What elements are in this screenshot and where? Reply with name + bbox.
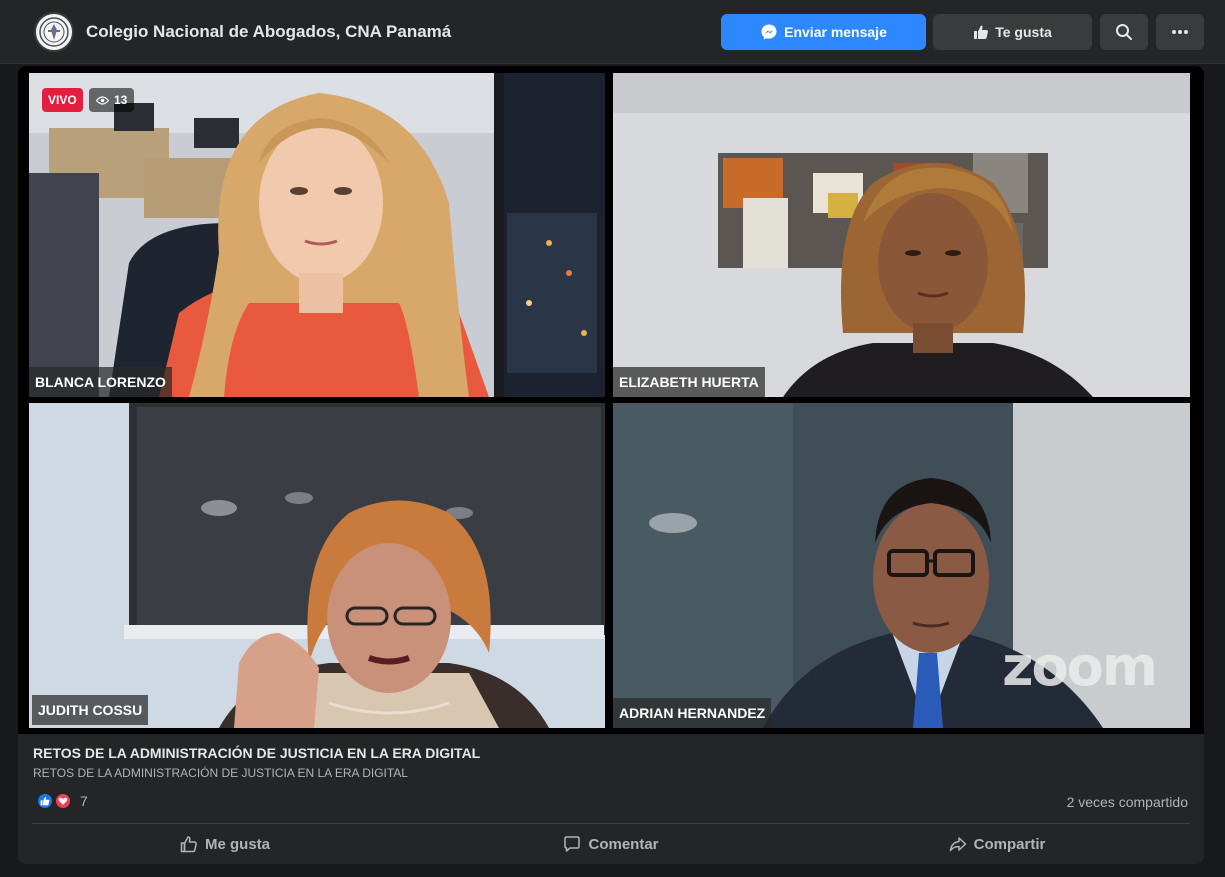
- video-title[interactable]: RETOS DE LA ADMINISTRACIÓN DE JUSTICIA E…: [33, 745, 480, 761]
- viewer-count-badge: 13: [89, 88, 135, 112]
- reactions-summary[interactable]: 7: [36, 792, 88, 810]
- search-icon: [1116, 24, 1132, 40]
- comment-action-button[interactable]: Comentar: [418, 827, 804, 861]
- viewer-count: 13: [114, 93, 128, 107]
- participant-tile-3-active: JUDITH COSSU: [29, 403, 605, 728]
- page-title[interactable]: Colegio Nacional de Abogados, CNA Panamá: [86, 22, 451, 42]
- participant-name-label: BLANCA LORENZO: [29, 367, 172, 397]
- participant-video-1: [29, 73, 605, 397]
- more-dots-icon: [1172, 30, 1188, 34]
- comment-icon: [564, 836, 581, 852]
- participant-video-3: [29, 403, 605, 728]
- zoom-watermark: zoom: [1002, 635, 1158, 698]
- thumbs-up-icon: [974, 25, 989, 39]
- comment-action-label: Comentar: [588, 835, 659, 853]
- live-badge: VIVO: [42, 88, 83, 112]
- eye-icon: [96, 95, 109, 105]
- post-card: VIVO 13 BLANCA LORENZO ELIZABETH HUERTA …: [18, 66, 1204, 864]
- send-message-button[interactable]: Enviar mensaje: [721, 14, 926, 50]
- share-action-label: Compartir: [973, 835, 1046, 853]
- thumbs-up-outline-icon: [180, 836, 197, 853]
- send-message-label: Enviar mensaje: [784, 24, 887, 40]
- like-action-label: Me gusta: [204, 835, 270, 853]
- participant-name-label: ELIZABETH HUERTA: [613, 367, 765, 397]
- participant-video-2: [613, 73, 1190, 397]
- action-divider: [32, 823, 1190, 824]
- messenger-icon: [761, 24, 777, 40]
- page-logo[interactable]: [34, 12, 74, 52]
- page-header: Colegio Nacional de Abogados, CNA Panamá…: [0, 0, 1225, 64]
- participant-tile-1: VIVO 13 BLANCA LORENZO: [29, 73, 605, 397]
- share-arrow-icon: [949, 837, 966, 852]
- participant-tile-4: zoom ADRIAN HERNANDEZ: [613, 403, 1190, 728]
- seal-icon: [39, 17, 69, 47]
- share-count[interactable]: 2 veces compartido: [1067, 794, 1188, 810]
- page-like-label: Te gusta: [995, 24, 1052, 40]
- participant-name-label: ADRIAN HERNANDEZ: [613, 698, 772, 728]
- page-like-button[interactable]: Te gusta: [933, 14, 1092, 50]
- live-video-player[interactable]: VIVO 13 BLANCA LORENZO ELIZABETH HUERTA …: [18, 66, 1204, 734]
- search-button[interactable]: [1100, 14, 1148, 50]
- love-reaction-icon: [54, 792, 72, 810]
- like-reaction-icon: [36, 792, 54, 810]
- more-options-button[interactable]: [1156, 14, 1204, 50]
- participant-tile-2: ELIZABETH HUERTA: [613, 73, 1190, 397]
- reaction-count: 7: [80, 793, 88, 809]
- participant-name-label: JUDITH COSSU: [32, 695, 149, 725]
- share-action-button[interactable]: Compartir: [804, 827, 1190, 861]
- like-action-button[interactable]: Me gusta: [32, 827, 418, 861]
- post-actions-bar: Me gusta Comentar Compartir: [32, 827, 1190, 861]
- video-description: RETOS DE LA ADMINISTRACIÓN DE JUSTICIA E…: [33, 766, 408, 780]
